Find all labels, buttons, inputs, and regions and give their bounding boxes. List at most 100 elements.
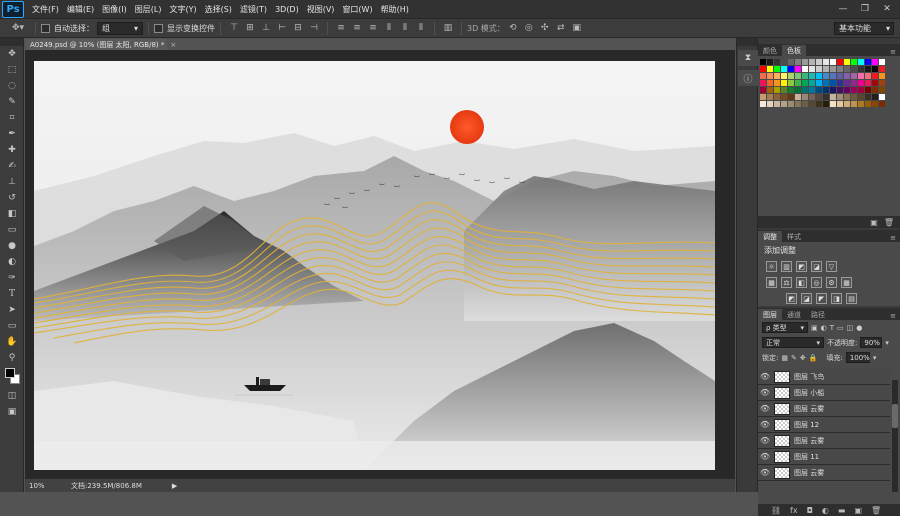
color-swatch[interactable]: [844, 94, 850, 100]
minimize-button[interactable]: —: [834, 2, 852, 16]
brightness-contrast-icon[interactable]: ☼: [766, 261, 777, 272]
document-tab[interactable]: A0249.psd @ 10% (图层 太阳, RGB/8) * ×: [26, 39, 176, 50]
panel-menu-icon[interactable]: ≡: [890, 312, 896, 320]
filter-pixel-icon[interactable]: ▣: [811, 324, 818, 332]
fx-icon[interactable]: fx: [790, 506, 798, 515]
color-swatch[interactable]: [872, 59, 878, 65]
color-swatch[interactable]: [879, 59, 885, 65]
fg-bg-colors-icon[interactable]: [0, 366, 24, 388]
dodge-tool-icon[interactable]: ◐: [0, 254, 24, 270]
color-swatch[interactable]: [858, 101, 864, 107]
color-swatch[interactable]: [823, 94, 829, 100]
color-swatch[interactable]: [774, 59, 780, 65]
color-swatch[interactable]: [830, 101, 836, 107]
visibility-eye-icon[interactable]: 👁: [758, 452, 772, 461]
color-swatch[interactable]: [872, 73, 878, 79]
lasso-tool-icon[interactable]: ◌: [0, 78, 24, 94]
color-swatch[interactable]: [809, 80, 815, 86]
color-swatch[interactable]: [760, 87, 766, 93]
color-swatch[interactable]: [823, 73, 829, 79]
visibility-eye-icon[interactable]: 👁: [758, 420, 772, 429]
color-swatch[interactable]: [851, 73, 857, 79]
color-swatch[interactable]: [837, 80, 843, 86]
color-swatch[interactable]: [795, 87, 801, 93]
exposure-icon[interactable]: ◪: [811, 261, 822, 272]
filter-toggle-icon[interactable]: ●: [856, 324, 862, 332]
color-swatch[interactable]: [837, 94, 843, 100]
color-swatch[interactable]: [767, 80, 773, 86]
slide-3d-icon[interactable]: ⇄: [555, 22, 567, 34]
screen-mode-icon[interactable]: ▣: [0, 404, 24, 420]
color-swatch[interactable]: [844, 59, 850, 65]
menu-view[interactable]: 视图(V): [307, 4, 335, 15]
black-white-icon[interactable]: ◧: [796, 277, 807, 288]
brush-tool-icon[interactable]: ✍: [0, 158, 24, 174]
scale-3d-icon[interactable]: ▣: [571, 22, 583, 34]
visibility-eye-icon[interactable]: 👁: [758, 436, 772, 445]
visibility-eye-icon[interactable]: 👁: [758, 404, 772, 413]
align-bottom-icon[interactable]: ⊥: [260, 22, 272, 34]
color-swatch[interactable]: [844, 80, 850, 86]
color-swatch[interactable]: [760, 59, 766, 65]
color-swatch[interactable]: [837, 66, 843, 72]
color-swatch[interactable]: [858, 73, 864, 79]
color-swatch[interactable]: [781, 80, 787, 86]
close-tab-icon[interactable]: ×: [170, 41, 176, 49]
color-swatch[interactable]: [781, 94, 787, 100]
color-swatch[interactable]: [781, 73, 787, 79]
tab-layers[interactable]: 图层: [758, 309, 782, 320]
color-swatch[interactable]: [844, 73, 850, 79]
color-swatch[interactable]: [760, 66, 766, 72]
color-swatch[interactable]: [788, 73, 794, 79]
pan-3d-icon[interactable]: ✣: [539, 22, 551, 34]
color-swatch[interactable]: [816, 80, 822, 86]
color-swatch[interactable]: [837, 59, 843, 65]
layer-row[interactable]: 👁 图层 云雾: [758, 401, 890, 417]
menu-layer[interactable]: 图层(L): [135, 4, 162, 15]
scrollbar-thumb[interactable]: [892, 404, 898, 428]
color-swatch[interactable]: [795, 73, 801, 79]
layer-row[interactable]: 👁 图层 11: [758, 449, 890, 465]
levels-icon[interactable]: ▥: [781, 261, 792, 272]
distribute-bottom-icon[interactable]: ≡: [367, 22, 379, 34]
color-swatch[interactable]: [865, 59, 871, 65]
quick-mask-icon[interactable]: ◫: [0, 388, 24, 404]
eyedropper-tool-icon[interactable]: ✒: [0, 126, 24, 142]
layer-row[interactable]: 👁 图层 飞鸟: [758, 369, 890, 385]
color-swatch[interactable]: [767, 101, 773, 107]
color-swatch[interactable]: [760, 101, 766, 107]
color-swatch[interactable]: [865, 66, 871, 72]
path-select-icon[interactable]: ➤: [0, 302, 24, 318]
zoom-tool-icon[interactable]: ⚲: [0, 350, 24, 366]
color-swatch[interactable]: [802, 66, 808, 72]
color-swatch[interactable]: [788, 87, 794, 93]
color-swatch[interactable]: [858, 59, 864, 65]
align-left-icon[interactable]: ⊢: [276, 22, 288, 34]
move-tool-icon[interactable]: ✥: [0, 46, 24, 62]
color-swatch[interactable]: [802, 101, 808, 107]
color-swatch[interactable]: [837, 101, 843, 107]
tab-color[interactable]: 颜色: [758, 45, 782, 56]
color-lookup-icon[interactable]: ▦: [841, 277, 852, 288]
zoom-level[interactable]: 10%: [25, 482, 61, 490]
color-swatch[interactable]: [858, 94, 864, 100]
color-swatch[interactable]: [851, 59, 857, 65]
color-swatch[interactable]: [865, 94, 871, 100]
gradient-tool-icon[interactable]: ▭: [0, 222, 24, 238]
blend-mode-dropdown[interactable]: 正常 ▾: [762, 337, 824, 348]
color-swatch[interactable]: [879, 80, 885, 86]
color-swatch[interactable]: [851, 87, 857, 93]
chevron-down-icon[interactable]: ▾: [873, 354, 877, 362]
color-swatch[interactable]: [774, 80, 780, 86]
color-swatch[interactable]: [809, 101, 815, 107]
color-swatch[interactable]: [823, 101, 829, 107]
color-swatch[interactable]: [872, 94, 878, 100]
color-swatch[interactable]: [858, 66, 864, 72]
color-swatch[interactable]: [809, 73, 815, 79]
color-swatch[interactable]: [865, 73, 871, 79]
color-swatch[interactable]: [767, 94, 773, 100]
type-tool-icon[interactable]: T: [0, 286, 24, 302]
pen-tool-icon[interactable]: ✑: [0, 270, 24, 286]
color-swatch[interactable]: [851, 94, 857, 100]
tab-styles[interactable]: 样式: [782, 231, 806, 242]
